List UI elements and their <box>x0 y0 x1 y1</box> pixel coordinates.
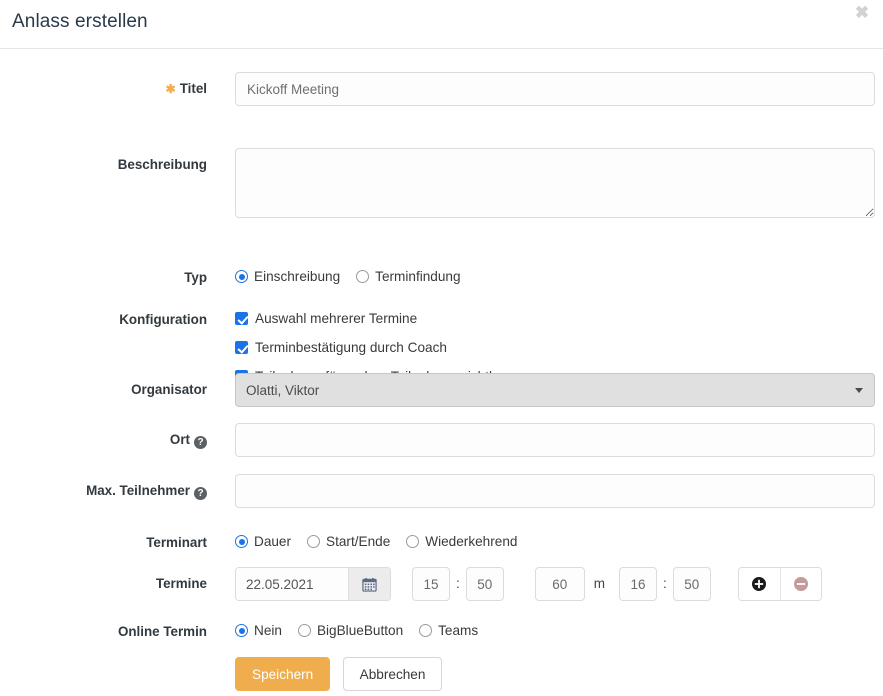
help-icon[interactable]: ? <box>194 487 207 500</box>
termin-date-input[interactable] <box>236 568 348 600</box>
label-termine: Termine <box>0 576 207 591</box>
close-icon[interactable]: ✖ <box>851 2 873 24</box>
organisator-select[interactable]: Olatti, Viktor <box>235 373 875 407</box>
radio-typ-einschreibung[interactable]: Einschreibung <box>235 269 340 284</box>
radio-icon-empty <box>419 624 432 637</box>
radio-typ-terminfindung[interactable]: Terminfindung <box>356 269 460 284</box>
help-icon[interactable]: ? <box>194 436 207 449</box>
radio-icon-empty <box>298 624 311 637</box>
online-termin-radio-group: Nein BigBlueButton Teams <box>235 623 494 638</box>
end-hour-input[interactable] <box>619 567 657 601</box>
checkbox-terminbestaetigung-durch-coach[interactable]: Terminbestätigung durch Coach <box>235 340 509 355</box>
titel-input[interactable] <box>235 72 875 106</box>
label-terminart: Terminart <box>0 535 207 550</box>
radio-terminart-start-ende[interactable]: Start/Ende <box>307 534 390 549</box>
label-beschreibung: Beschreibung <box>0 157 207 172</box>
radio-online-teams[interactable]: Teams <box>419 623 478 638</box>
checkbox-checked-icon <box>235 312 248 325</box>
radio-icon-empty <box>356 270 369 283</box>
checkbox-checked-icon <box>235 341 248 354</box>
label-ort: Ort? <box>0 432 207 448</box>
remove-termin-button[interactable] <box>780 568 821 600</box>
cancel-button[interactable]: Abbrechen <box>343 657 443 691</box>
modal-header: Anlass erstellen ✖ <box>0 0 883 49</box>
label-max-teilnehmer: Max. Teilnehmer? <box>0 483 207 499</box>
terminart-radio-group: Dauer Start/Ende Wiederkehrend <box>235 534 533 549</box>
ort-input[interactable] <box>235 423 875 457</box>
radio-icon-selected <box>235 624 248 637</box>
start-minute-input[interactable] <box>466 567 504 601</box>
duration-input[interactable] <box>535 567 585 601</box>
start-hour-input[interactable] <box>412 567 450 601</box>
save-button[interactable]: Speichern <box>235 657 330 691</box>
duration-unit-label: m <box>594 567 605 601</box>
radio-icon-empty <box>307 535 320 548</box>
add-termin-button[interactable] <box>739 568 780 600</box>
radio-terminart-wiederkehrend[interactable]: Wiederkehrend <box>406 534 517 549</box>
time-separator: : <box>456 567 460 601</box>
label-online-termin: Online Termin <box>0 624 207 639</box>
checkbox-auswahl-mehrerer-termine[interactable]: Auswahl mehrerer Termine <box>235 311 509 326</box>
radio-online-nein[interactable]: Nein <box>235 623 282 638</box>
radio-online-bigbluebutton[interactable]: BigBlueButton <box>298 623 403 638</box>
page-title: Anlass erstellen <box>12 11 148 33</box>
typ-radio-group: Einschreibung Terminfindung <box>235 269 477 284</box>
create-event-form: ✱Titel Beschreibung Typ Einschreibung Te… <box>0 49 883 74</box>
required-asterisk-icon: ✱ <box>166 82 176 96</box>
end-minute-input[interactable] <box>673 567 711 601</box>
label-konfiguration: Konfiguration <box>0 312 207 327</box>
radio-terminart-dauer[interactable]: Dauer <box>235 534 291 549</box>
label-titel: ✱Titel <box>0 81 207 96</box>
date-picker-group <box>235 567 391 601</box>
calendar-icon[interactable] <box>348 568 390 600</box>
radio-icon-empty <box>406 535 419 548</box>
radio-icon-selected <box>235 535 248 548</box>
time-separator: : <box>663 567 667 601</box>
beschreibung-textarea[interactable] <box>235 148 875 218</box>
label-typ: Typ <box>0 270 207 285</box>
add-remove-button-group <box>738 567 822 601</box>
radio-icon-selected <box>235 270 248 283</box>
label-organisator: Organisator <box>0 382 207 397</box>
max-teilnehmer-input[interactable] <box>235 474 875 508</box>
